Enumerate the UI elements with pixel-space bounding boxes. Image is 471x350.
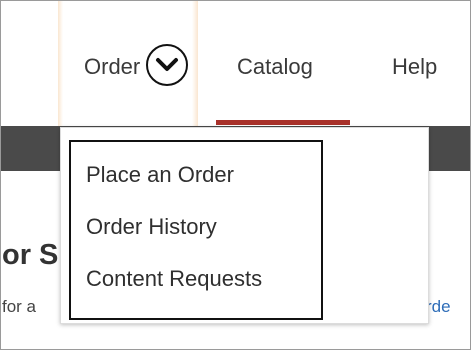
page-heading: or S xyxy=(2,239,59,271)
nav-item-order[interactable]: Order xyxy=(84,54,140,80)
page-link[interactable]: rde xyxy=(426,297,451,317)
nav-item-help[interactable]: Help xyxy=(392,54,437,80)
catalog-active-underline xyxy=(216,120,350,125)
nav-item-catalog[interactable]: Catalog xyxy=(237,54,313,80)
page-body-text: for a xyxy=(2,297,37,316)
order-dropdown-toggle[interactable] xyxy=(146,44,188,86)
chevron-down-icon xyxy=(156,58,178,71)
menu-annotation-box xyxy=(69,140,323,320)
